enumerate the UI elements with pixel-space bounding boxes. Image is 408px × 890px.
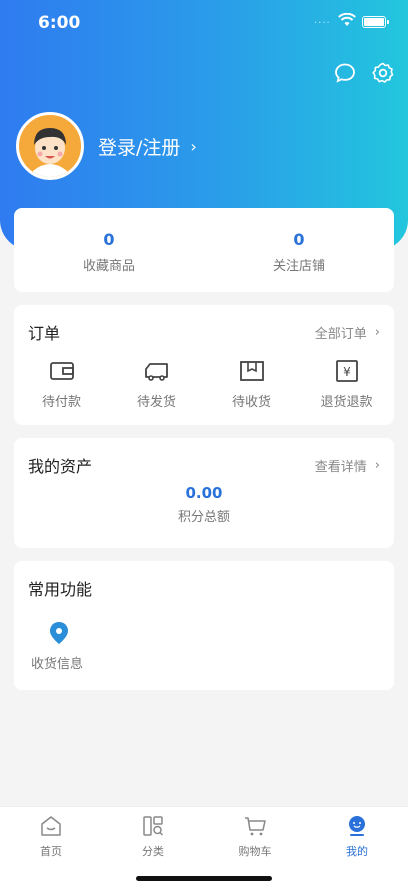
location-pin-icon <box>50 622 68 644</box>
chevron-right-icon: › <box>374 324 380 340</box>
cart-icon <box>245 817 266 836</box>
points-total-value[interactable]: 0.00 <box>14 484 394 502</box>
all-orders-label: 全部订单 <box>314 326 367 342</box>
stat-followed-shops[interactable]: 0 关注店铺 <box>204 208 394 292</box>
functions-card: 常用功能 收货信息 <box>14 561 394 690</box>
function-label: 收货信息 <box>30 657 83 672</box>
function-address[interactable]: 收货信息 <box>31 621 84 672</box>
order-pending-receipt[interactable]: 待收货 <box>204 359 299 410</box>
all-orders-link[interactable]: 全部订单 › <box>315 323 380 342</box>
stat-favorites[interactable]: 0 收藏商品 <box>14 208 204 292</box>
section-title: 我的资产 <box>28 457 93 476</box>
tab-label: 购物车 <box>238 845 272 858</box>
login-register-label: 登录/注册 <box>98 136 181 159</box>
status-time: 6:00 <box>38 13 81 33</box>
assets-card: 我的资产 查看详情 › 0.00 积分总额 <box>14 438 394 548</box>
view-details-label: 查看详情 <box>314 459 367 475</box>
view-details-link[interactable]: 查看详情 › <box>315 456 380 475</box>
section-title: 订单 <box>28 324 61 343</box>
tab-label: 分类 <box>142 845 164 858</box>
order-label: 待发货 <box>136 395 176 410</box>
truck-icon <box>144 363 168 381</box>
status-bar: 6:00 .... <box>0 0 408 46</box>
orders-card: 订单 全部订单 › 待付款 待发货 待收货 ¥ 退货退款 <box>14 305 394 425</box>
header-actions <box>334 62 394 84</box>
order-label: 退货退款 <box>320 395 373 410</box>
order-refund[interactable]: ¥ 退货退款 <box>299 359 394 410</box>
tab-label: 首页 <box>40 845 62 858</box>
stat-label: 关注店铺 <box>272 259 325 274</box>
tab-mine[interactable]: 我的 <box>306 807 408 890</box>
section-title: 常用功能 <box>28 580 93 599</box>
stat-value: 0 <box>293 230 305 249</box>
avatar[interactable] <box>16 112 84 180</box>
order-label: 待收货 <box>231 395 271 410</box>
wifi-icon <box>338 13 356 26</box>
orders-header: 订单 全部订单 › <box>14 305 394 359</box>
tab-home[interactable]: 首页 <box>0 807 102 890</box>
stats-card: 0 收藏商品 0 关注店铺 <box>14 208 394 292</box>
order-pending-payment[interactable]: 待付款 <box>14 359 109 410</box>
login-register-link[interactable]: 登录/注册 › <box>98 133 197 160</box>
home-icon <box>41 816 61 836</box>
stat-value: 0 <box>103 230 115 249</box>
chevron-right-icon: › <box>374 457 380 473</box>
functions-header: 常用功能 <box>14 561 394 615</box>
profile-header[interactable]: 登录/注册 › <box>16 112 197 180</box>
svg-text:¥: ¥ <box>343 365 351 379</box>
package-icon <box>239 361 264 381</box>
battery-icon <box>362 16 389 28</box>
chevron-right-icon: › <box>190 136 197 156</box>
tab-label: 我的 <box>346 845 368 858</box>
category-icon <box>143 816 164 836</box>
user-icon <box>349 816 365 836</box>
home-indicator <box>136 876 272 881</box>
message-icon[interactable] <box>334 62 356 84</box>
wallet-icon <box>49 362 74 380</box>
signal-icon: .... <box>314 15 331 26</box>
points-total-label: 积分总额 <box>177 510 230 525</box>
order-pending-shipment[interactable]: 待发货 <box>109 359 204 410</box>
refund-icon: ¥ <box>335 360 358 382</box>
stat-label: 收藏商品 <box>82 259 135 274</box>
order-label: 待付款 <box>41 395 81 410</box>
settings-icon[interactable] <box>372 62 394 84</box>
